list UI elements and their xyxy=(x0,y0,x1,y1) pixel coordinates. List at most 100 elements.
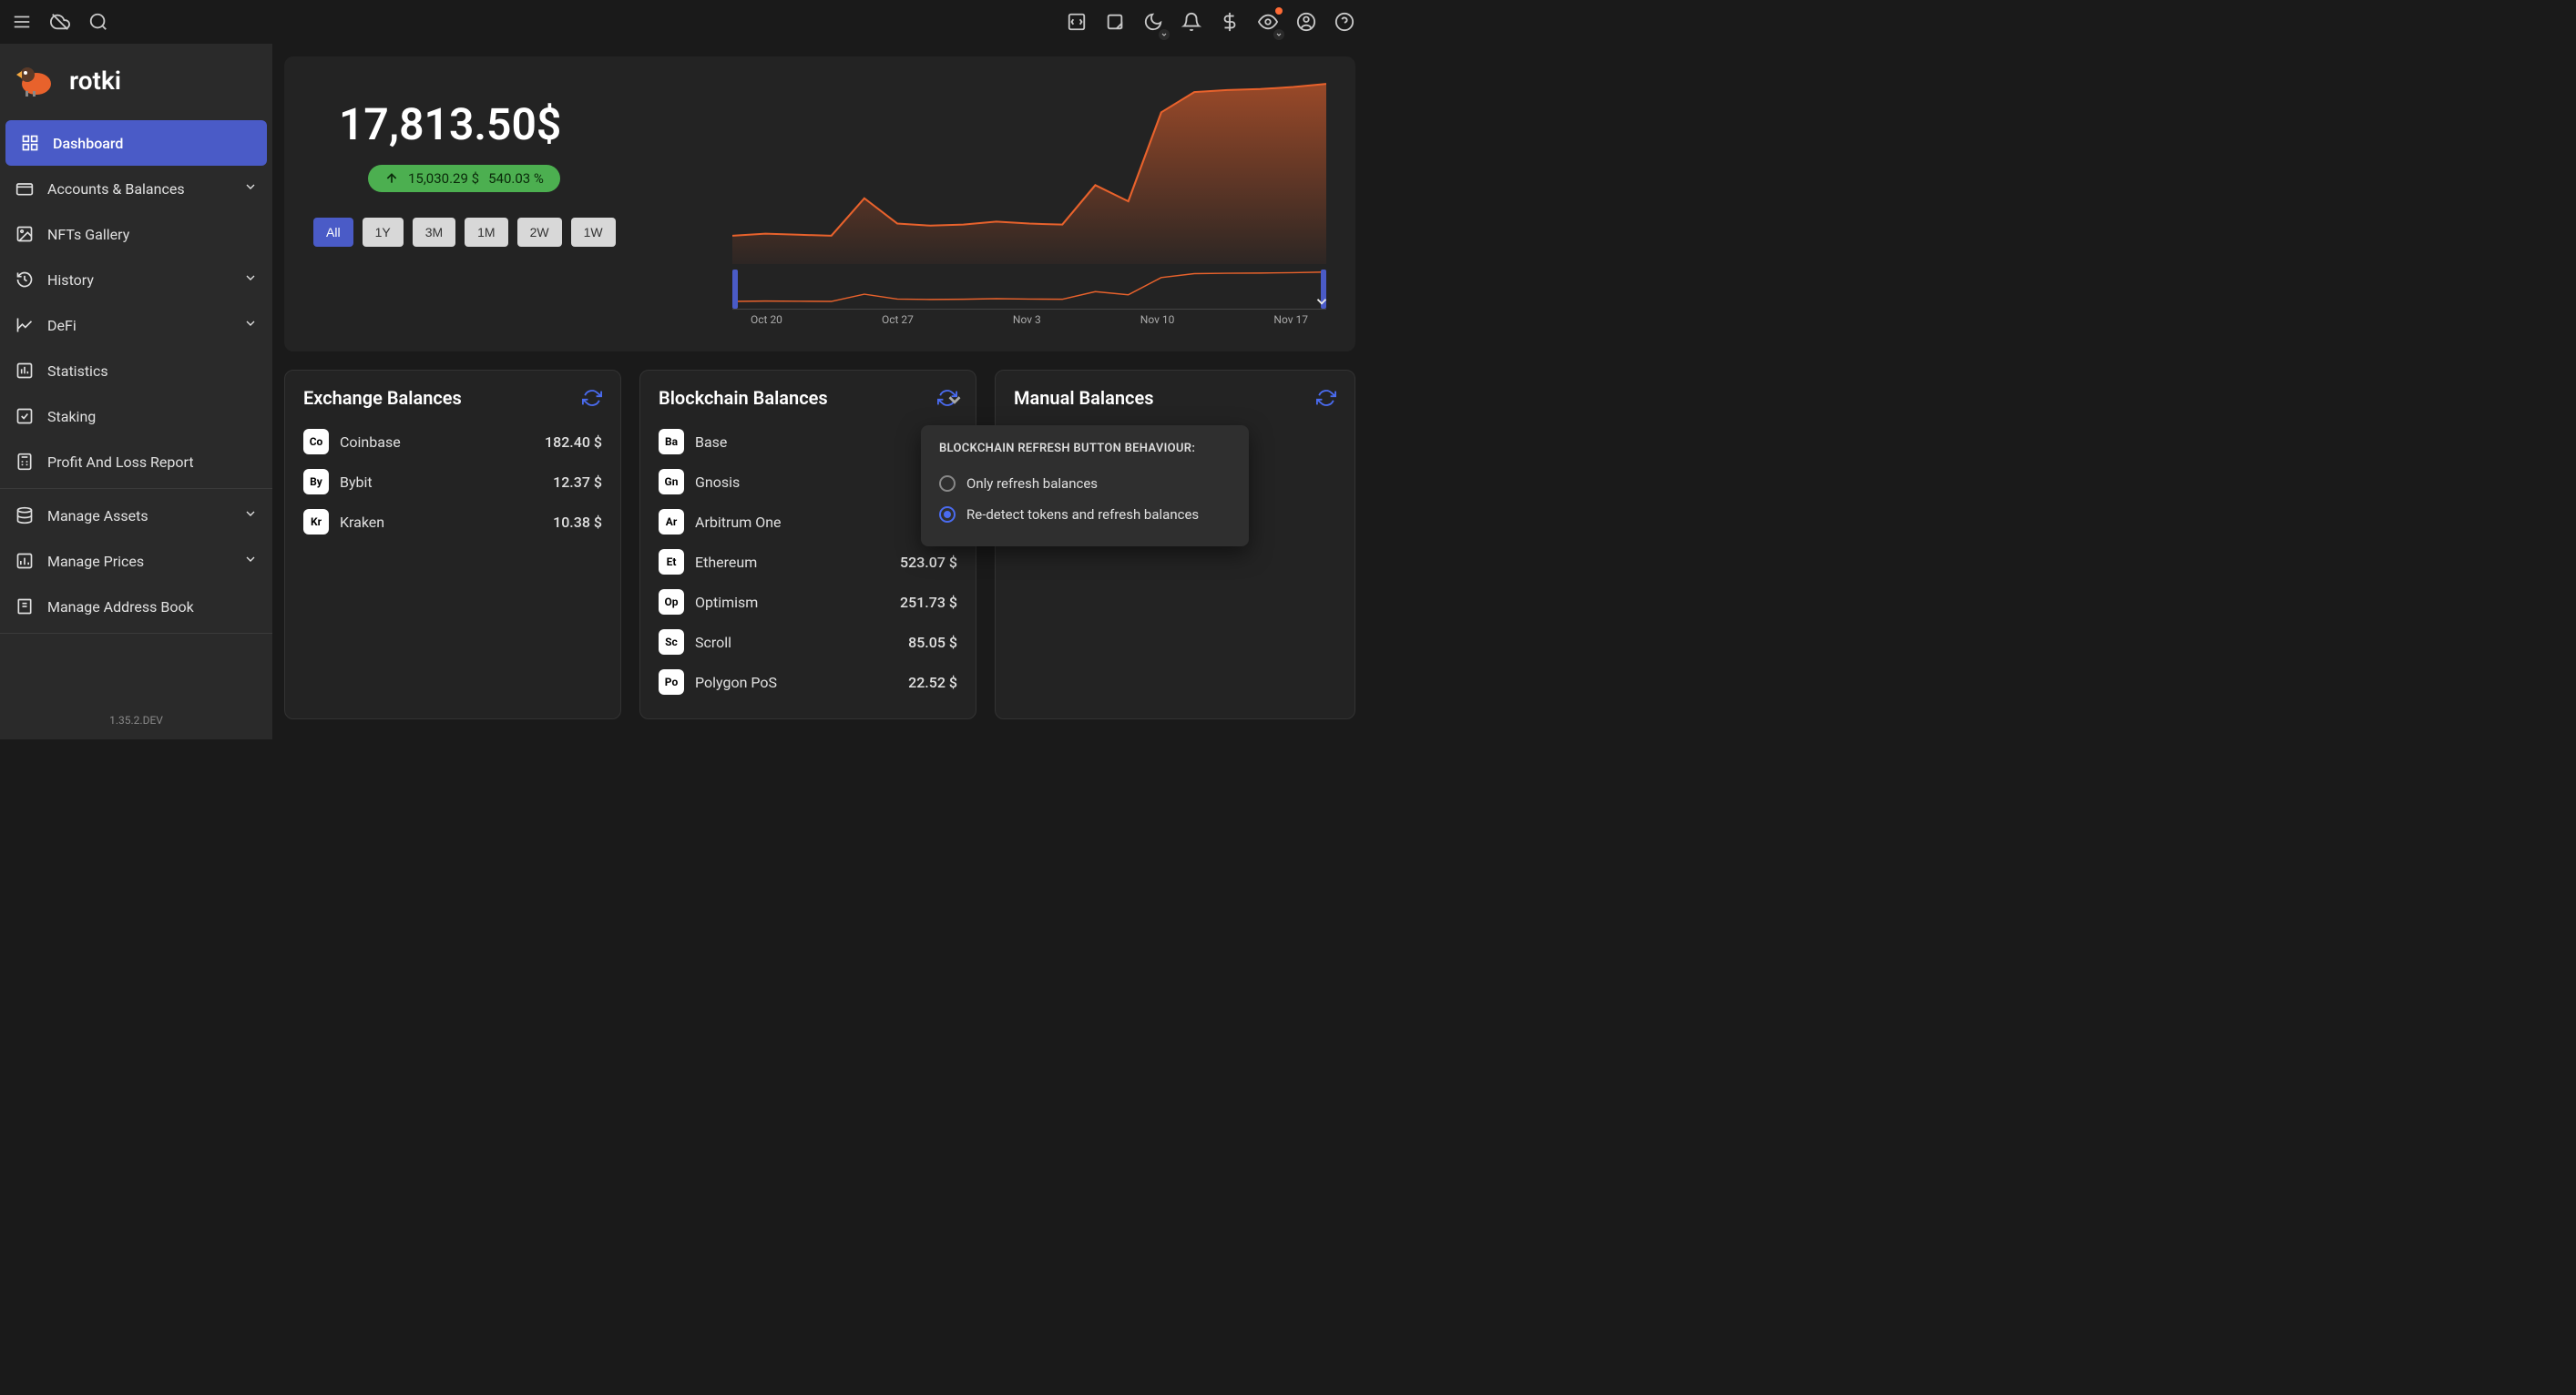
sidebar-item-label: Manage Address Book xyxy=(47,598,194,616)
asset-icon: By xyxy=(303,469,329,494)
balance-row[interactable]: PoPolygon PoS22.52 $ xyxy=(659,662,957,702)
asset-name: Kraken xyxy=(340,514,384,531)
range-btn-1m[interactable]: 1M xyxy=(465,218,507,247)
asset-value: 85.05 $ xyxy=(908,634,957,651)
asset-name: Gnosis xyxy=(695,473,740,491)
balance-row[interactable]: By Bybit 12.37 $ xyxy=(303,462,602,502)
history-icon xyxy=(15,270,35,290)
sidebar-item-manage-assets[interactable]: Manage Assets xyxy=(0,493,272,538)
range-btn-2w[interactable]: 2W xyxy=(517,218,562,247)
sidebar-item-history[interactable]: History xyxy=(0,257,272,302)
asset-value: 12.37 $ xyxy=(553,473,602,491)
balance-row[interactable]: Sc Scroll 85.05 $ xyxy=(659,622,957,662)
bell-icon[interactable] xyxy=(1181,11,1202,33)
menu-icon[interactable] xyxy=(11,11,33,33)
asset-value: 22.52 $ xyxy=(908,674,957,691)
chevron-down-icon xyxy=(945,390,965,413)
chevron-down-icon xyxy=(243,316,258,334)
asset-icon: Ar xyxy=(659,509,684,535)
chart-icon xyxy=(15,315,35,335)
x-axis-label: Nov 10 xyxy=(1140,313,1175,326)
dashboard-icon xyxy=(20,133,40,153)
balance-row[interactable]: GnGnosis6,02 xyxy=(659,462,957,502)
user-icon[interactable] xyxy=(1295,11,1317,33)
sidebar-item-label: DeFi xyxy=(47,317,77,334)
refresh-blockchain-button[interactable] xyxy=(937,388,957,408)
sidebar-divider xyxy=(0,633,272,634)
asset-icon: Kr xyxy=(303,509,329,535)
change-amount: 15,030.29 $ xyxy=(408,170,479,187)
radio-label: Only refresh balances xyxy=(966,475,1098,492)
range-handle-left[interactable] xyxy=(732,270,738,309)
range-btn-1w[interactable]: 1W xyxy=(571,218,616,247)
stake-icon xyxy=(15,406,35,426)
asset-icon: Co xyxy=(303,429,329,454)
radio-option[interactable]: Re-detect tokens and refresh balances xyxy=(939,499,1231,530)
sidebar-item-accounts-balances[interactable]: Accounts & Balances xyxy=(0,166,272,211)
asset-name: Bybit xyxy=(340,473,373,491)
range-btn-all[interactable]: All xyxy=(313,218,353,247)
chevron-down-icon xyxy=(243,552,258,570)
radio-label: Re-detect tokens and refresh balances xyxy=(966,506,1199,523)
app-name: rotki xyxy=(69,66,121,96)
version-label: 1.35.2.DEV xyxy=(0,701,272,739)
sidebar-item-manage-address-book[interactable]: Manage Address Book xyxy=(0,584,272,629)
asset-name: Scroll xyxy=(695,634,731,651)
code-icon[interactable] xyxy=(1066,11,1088,33)
balance-row[interactable]: CoCoinbase182.40 $ xyxy=(303,422,602,462)
sidebar-item-label: Staking xyxy=(47,408,96,425)
asset-icon: Op xyxy=(659,589,684,615)
sidebar-item-statistics[interactable]: Statistics xyxy=(0,348,272,393)
exchange-balances-card: Exchange Balances CoCoinbase182.40 $ByBy… xyxy=(284,370,621,719)
book-icon xyxy=(15,596,35,616)
eye-icon[interactable] xyxy=(1257,11,1279,33)
sidebar-item-manage-prices[interactable]: Manage Prices xyxy=(0,538,272,584)
balance-row[interactable]: EtEthereum523.07 $ xyxy=(659,542,957,582)
image-icon xyxy=(15,224,35,244)
sidebar-item-nfts-gallery[interactable]: NFTs Gallery xyxy=(0,211,272,257)
refresh-manual-button[interactable] xyxy=(1316,388,1336,408)
range-buttons: All 1Y 3M 1M 2W 1W xyxy=(313,218,696,247)
radio-icon xyxy=(939,506,956,523)
refresh-exchange-button[interactable] xyxy=(582,388,602,408)
card-title: Exchange Balances xyxy=(303,387,462,409)
asset-value: 10.38 $ xyxy=(553,514,602,531)
sidebar-item-profit-and-loss-report[interactable]: Profit And Loss Report xyxy=(0,439,272,484)
asset-icon: Et xyxy=(659,549,684,575)
search-icon[interactable] xyxy=(87,11,109,33)
balance-row[interactable]: ArArbitrum One1,04 xyxy=(659,502,957,542)
sidebar-item-defi[interactable]: DeFi xyxy=(0,302,272,348)
chart-range-slider[interactable]: Oct 20Oct 27Nov 3Nov 10Nov 17 xyxy=(732,270,1326,330)
card-title: Manual Balances xyxy=(1014,387,1154,409)
chart-expand-icon[interactable] xyxy=(1314,293,1330,313)
asset-name: Arbitrum One xyxy=(695,514,782,531)
sidebar-item-staking[interactable]: Staking xyxy=(0,393,272,439)
hero-card: 17,813.50$ 15,030.29 $ 540.03 % All1Y3M1… xyxy=(284,56,1355,351)
help-icon[interactable] xyxy=(1334,11,1355,33)
x-axis-label: Oct 20 xyxy=(751,313,782,326)
asset-name: Base xyxy=(695,433,727,451)
sidebar-item-label: NFTs Gallery xyxy=(47,226,129,243)
sidebar-item-label: Profit And Loss Report xyxy=(47,453,194,471)
range-btn-1y[interactable]: 1Y xyxy=(363,218,404,247)
radio-option[interactable]: Only refresh balances xyxy=(939,468,1231,499)
asset-name: Polygon PoS xyxy=(695,674,777,691)
change-badge: 15,030.29 $ 540.03 % xyxy=(368,165,560,192)
balance-row[interactable]: BaBase9,64 xyxy=(659,422,957,462)
balance-row[interactable]: Op Optimism 251.73 $ xyxy=(659,582,957,622)
asset-value: 251.73 $ xyxy=(900,594,957,611)
range-btn-3m[interactable]: 3M xyxy=(413,218,455,247)
balance-row[interactable]: Kr Kraken 10.38 $ xyxy=(303,502,602,542)
theme-icon[interactable] xyxy=(1142,11,1164,33)
prices-icon xyxy=(15,551,35,571)
sidebar: rotki DashboardAccounts & Balances NFTs G… xyxy=(0,44,273,739)
cloud-off-icon[interactable] xyxy=(49,11,71,33)
calc-icon xyxy=(15,452,35,472)
asset-name: Optimism xyxy=(695,594,758,611)
note-icon[interactable] xyxy=(1104,11,1126,33)
sidebar-item-dashboard[interactable]: Dashboard xyxy=(5,120,267,166)
dollar-icon[interactable] xyxy=(1219,11,1241,33)
net-worth-chart[interactable] xyxy=(732,82,1326,264)
popover-title: BLOCKCHAIN REFRESH BUTTON BEHAVIOUR: xyxy=(939,442,1231,455)
asset-icon: Sc xyxy=(659,629,684,655)
